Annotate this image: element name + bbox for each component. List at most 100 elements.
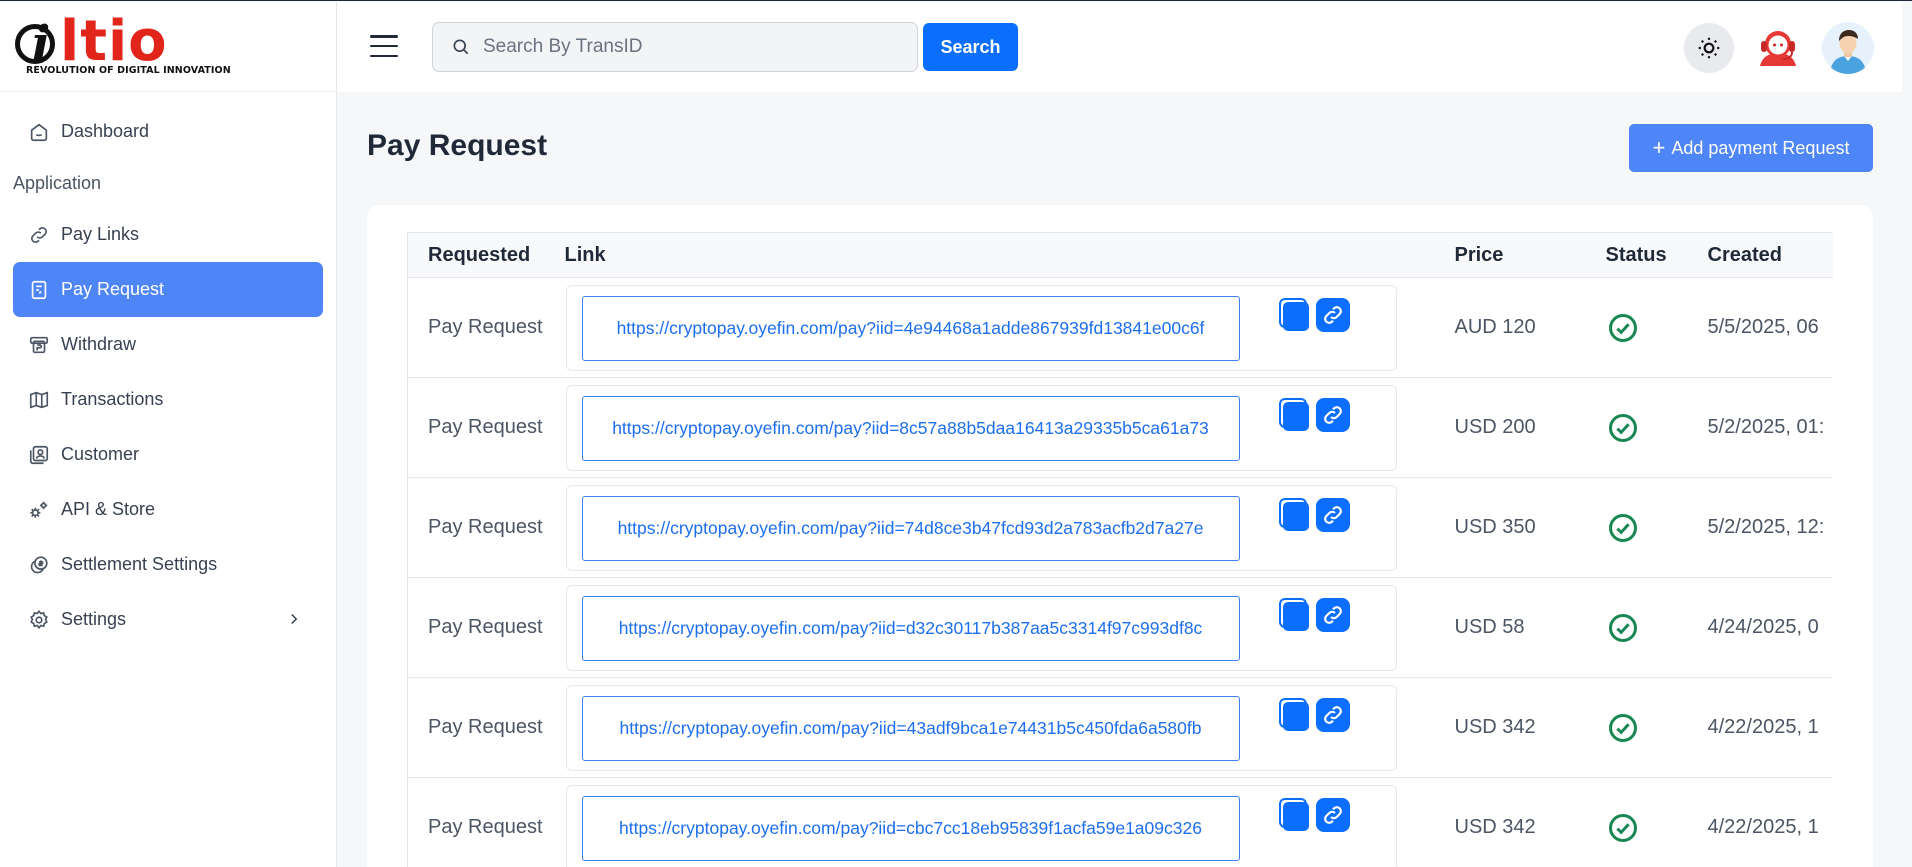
add-payment-request-button[interactable]: + Add payment Request (1629, 124, 1873, 172)
column-header-link[interactable]: Link (564, 232, 1435, 278)
table-body: Pay Request https://cryptopay.oyefin.com… (407, 277, 1833, 867)
payment-link[interactable]: https://cryptopay.oyefin.com/pay?iid=8c5… (581, 395, 1240, 461)
table-row: Pay Request https://cryptopay.oyefin.com… (407, 677, 1833, 778)
gears-icon (27, 498, 51, 522)
sidebar-item-label: Pay Request (61, 279, 165, 299)
page-title: Pay Request (367, 129, 548, 162)
sidebar-item-settlement-settings[interactable]: Settlement Settings (13, 537, 323, 592)
cell-link: https://cryptopay.oyefin.com/pay?iid=d32… (564, 577, 1435, 678)
sidebar-item-pay-request[interactable]: Pay Request (13, 262, 323, 317)
link-container: https://cryptopay.oyefin.com/pay?iid=4e9… (565, 284, 1397, 371)
table-row: Pay Request https://cryptopay.oyefin.com… (407, 577, 1833, 678)
logo-mark: i ltio (12, 8, 168, 74)
open-link-button[interactable] (1315, 597, 1350, 632)
payment-link[interactable]: https://cryptopay.oyefin.com/pay?iid=74d… (581, 495, 1240, 561)
sidebar-item-label: Withdraw (61, 334, 137, 354)
logo-tagline: REVOLUTION OF DIGITAL INNOVATION (26, 65, 231, 76)
payment-link[interactable]: https://cryptopay.oyefin.com/pay?iid=4e9… (581, 295, 1240, 361)
chevron-right-icon (285, 610, 303, 628)
sidebar-item-api-store[interactable]: API & Store (13, 482, 323, 537)
open-link-button[interactable] (1315, 697, 1350, 732)
search-box (432, 22, 918, 72)
gear-icon (27, 608, 51, 632)
link-container: https://cryptopay.oyefin.com/pay?iid=74d… (565, 484, 1397, 571)
column-header-requested[interactable]: Requested (407, 232, 565, 278)
check-circle-icon (1608, 313, 1638, 343)
sidebar-item-label: API & Store (61, 499, 156, 519)
cell-status (1585, 677, 1688, 778)
sidebar-nav: Dashboard Application Pay Links Pay Requ… (0, 92, 336, 647)
cell-price: USD 200 (1434, 377, 1586, 478)
column-header-created[interactable]: Created (1687, 232, 1833, 278)
cell-price: AUD 120 (1434, 277, 1586, 378)
cell-link: https://cryptopay.oyefin.com/pay?iid=43a… (564, 677, 1435, 778)
cell-price: USD 58 (1434, 577, 1586, 678)
copy-icon[interactable] (1278, 697, 1311, 732)
copy-icon[interactable] (1278, 797, 1311, 832)
cell-status (1585, 277, 1688, 378)
link-container: https://cryptopay.oyefin.com/pay?iid=cbc… (565, 784, 1397, 867)
link-container: https://cryptopay.oyefin.com/pay?iid=8c5… (565, 384, 1397, 471)
cell-price: USD 350 (1434, 477, 1586, 578)
link-icon (1323, 605, 1342, 624)
cell-requested: Pay Request (407, 377, 565, 478)
receipt-icon (27, 278, 51, 302)
sidebar-item-customer[interactable]: Customer (13, 427, 323, 482)
pay-request-card: Requested Link Price Status Created Pay … (367, 205, 1873, 867)
payment-link[interactable]: https://cryptopay.oyefin.com/pay?iid=43a… (581, 695, 1240, 761)
search-button[interactable]: Search (923, 23, 1018, 71)
column-header-price[interactable]: Price (1434, 232, 1586, 278)
link-icon (1323, 805, 1342, 824)
cell-requested: Pay Request (407, 277, 565, 378)
payment-link[interactable]: https://cryptopay.oyefin.com/pay?iid=cbc… (581, 795, 1240, 861)
map-icon (27, 388, 51, 412)
open-link-button[interactable] (1315, 397, 1350, 432)
table-row: Pay Request https://cryptopay.oyefin.com… (407, 477, 1833, 578)
open-link-button[interactable] (1315, 297, 1350, 332)
sidebar-item-withdraw[interactable]: Withdraw (13, 317, 323, 372)
search-input[interactable] (483, 36, 883, 58)
payment-link[interactable]: https://cryptopay.oyefin.com/pay?iid=d32… (581, 595, 1240, 661)
cell-requested: Pay Request (407, 577, 565, 678)
open-link-button[interactable] (1315, 797, 1350, 832)
check-circle-icon (1608, 613, 1638, 643)
check-circle-icon (1608, 513, 1638, 543)
open-link-button[interactable] (1315, 497, 1350, 532)
link-icon (1323, 405, 1342, 424)
copy-icon[interactable] (1278, 597, 1311, 632)
sidebar-item-label: Customer (61, 444, 140, 464)
cell-link: https://cryptopay.oyefin.com/pay?iid=cbc… (564, 777, 1435, 867)
table-row: Pay Request https://cryptopay.oyefin.com… (407, 777, 1833, 867)
cell-created: 4/24/2025, 0 (1687, 577, 1833, 678)
copy-icon[interactable] (1278, 497, 1311, 532)
sidebar-item-transactions[interactable]: Transactions (13, 372, 323, 427)
logo[interactable]: i ltio REVOLUTION OF DIGITAL INNOVATION (0, 2, 336, 92)
cell-status (1585, 477, 1688, 578)
sidebar: i ltio REVOLUTION OF DIGITAL INNOVATION … (0, 2, 337, 867)
copy-icon[interactable] (1278, 297, 1311, 332)
sidebar-item-dashboard[interactable]: Dashboard (13, 104, 323, 159)
column-header-status[interactable]: Status (1585, 232, 1688, 278)
table-row: Pay Request https://cryptopay.oyefin.com… (407, 377, 1833, 478)
cell-created: 5/2/2025, 12: (1687, 477, 1833, 578)
sidebar-item-settings[interactable]: Settings (13, 592, 323, 647)
copy-icon[interactable] (1278, 397, 1311, 432)
table-header-row: Requested Link Price Status Created (407, 232, 1833, 278)
table-scroll-container[interactable]: Requested Link Price Status Created Pay … (407, 232, 1833, 867)
sidebar-item-label: Dashboard (61, 121, 150, 141)
plus-icon: + (1652, 135, 1666, 160)
table-row: Pay Request https://cryptopay.oyefin.com… (407, 277, 1833, 378)
cell-created: 4/22/2025, 1 (1687, 677, 1833, 778)
theme-toggle-button[interactable] (1684, 23, 1734, 73)
menu-toggle-icon[interactable] (370, 35, 398, 57)
link-icon (1323, 705, 1342, 724)
support-agent-icon[interactable] (1752, 22, 1804, 74)
user-avatar[interactable] (1822, 22, 1874, 74)
logo-text: ltio (60, 9, 168, 74)
link-container: https://cryptopay.oyefin.com/pay?iid=43a… (565, 684, 1397, 771)
cell-created: 4/22/2025, 1 (1687, 777, 1833, 867)
link-icon (1323, 305, 1342, 324)
sidebar-item-pay-links[interactable]: Pay Links (13, 207, 323, 262)
cell-requested: Pay Request (407, 477, 565, 578)
link-icon (1323, 505, 1342, 524)
